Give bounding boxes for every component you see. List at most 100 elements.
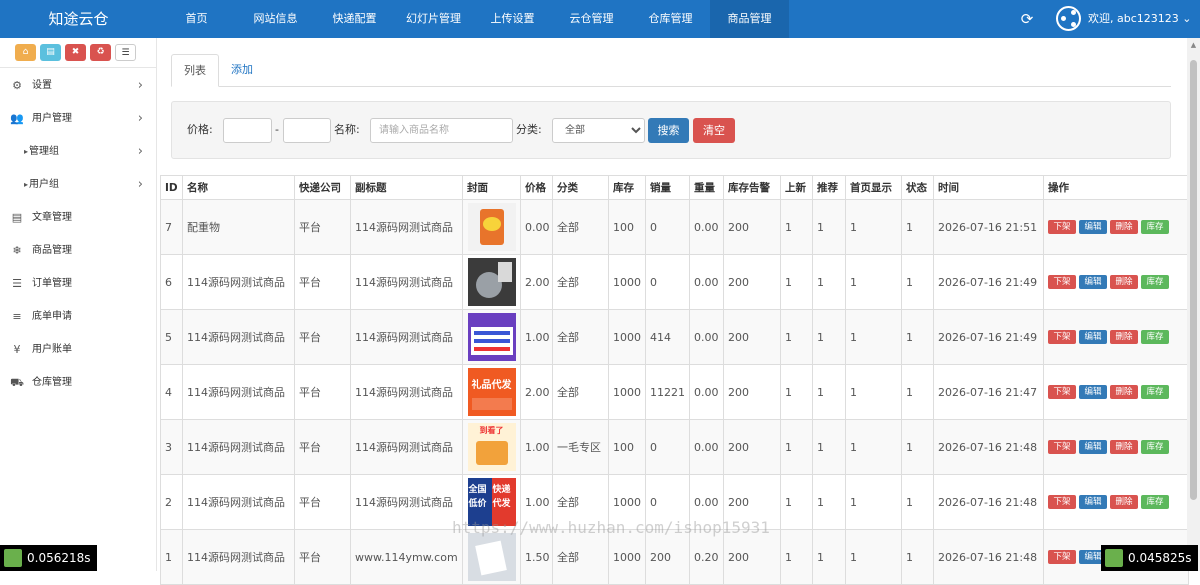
unlist-button[interactable]: 下架 [1048,275,1076,289]
trash-icon[interactable]: ✖ [65,44,86,61]
nav-slides[interactable]: 幻灯片管理 [394,0,473,38]
nav-express-config[interactable]: 快递配置 [315,0,394,38]
price-max-input[interactable] [283,118,331,143]
column-header: 首页显示 [845,175,902,200]
cell-name: 114源码网测试商品 [182,474,295,530]
timer-value: 0.045825s [1128,551,1192,565]
delete-button[interactable]: 删除 [1110,220,1138,234]
cell-time: 2026-07-16 21:49 [933,309,1044,365]
stock-button[interactable]: 库存 [1141,385,1169,399]
sidebar-item-user-group[interactable]: ▸ 用户组 › [0,168,156,201]
cell-id: 7 [160,199,183,255]
cover-image[interactable] [467,203,516,251]
unlist-button[interactable]: 下架 [1048,440,1076,454]
delete-button[interactable]: 删除 [1110,495,1138,509]
unlist-button[interactable]: 下架 [1048,330,1076,344]
cell-home: 1 [845,254,902,310]
price-min-input[interactable] [223,118,272,143]
unlist-button[interactable]: 下架 [1048,495,1076,509]
nav-home[interactable]: 首页 [157,0,236,38]
user-menu[interactable]: 欢迎, abc123123 ⌄ [1088,0,1191,38]
sidebar-item-products[interactable]: ❄ 商品管理 [0,234,156,267]
tab-add[interactable]: 添加 [219,54,265,87]
unlist-button[interactable]: 下架 [1048,220,1076,234]
sidebar-item-admin-group[interactable]: ▸ 管理组 › [0,135,156,168]
unlist-button[interactable]: 下架 [1048,550,1076,564]
edit-button[interactable]: 编辑 [1079,275,1107,289]
price-separator: - [275,123,279,136]
category-select[interactable]: 全部 [552,118,645,143]
search-button[interactable]: 搜索 [648,118,689,143]
cell-new: 1 [780,529,813,585]
edit-button[interactable]: 编辑 [1079,385,1107,399]
cell-alert: 200 [723,419,781,475]
sidebar-toolbar: ⌂ ▤ ✖ ♻ ☰ [0,38,157,68]
cell-stock: 1000 [608,529,646,585]
avatar[interactable] [1056,6,1081,31]
cell-stock: 1000 [608,309,646,365]
sidebar-item-settings[interactable]: ⚙ 设置 › [0,69,156,102]
nav-upload-settings[interactable]: 上传设置 [473,0,552,38]
stock-button[interactable]: 库存 [1141,220,1169,234]
nav-warehouse[interactable]: 仓库管理 [631,0,710,38]
sidebar-item-warehouse[interactable]: ⛟ 仓库管理 [0,366,156,399]
stock-button[interactable]: 库存 [1141,440,1169,454]
row-actions: 下架编辑删除库存 [1048,275,1184,289]
sidebar-item-orders[interactable]: ☰ 订单管理 [0,267,156,300]
cell-sales: 0 [645,419,690,475]
tab-list[interactable]: 列表 [171,54,219,87]
delete-button[interactable]: 删除 [1110,440,1138,454]
cover-image[interactable] [467,258,516,306]
cover-image[interactable] [467,313,516,361]
delete-button[interactable]: 删除 [1110,330,1138,344]
cell-sales: 11221 [645,364,690,420]
top-nav: 首页 网站信息 快递配置 幻灯片管理 上传设置 云仓管理 仓库管理 商品管理 [157,0,789,38]
cell-home: 1 [845,419,902,475]
cell-stock: 1000 [608,254,646,310]
column-header: 分类 [552,175,609,200]
clear-button[interactable]: 清空 [693,118,735,143]
edit-button[interactable]: 编辑 [1079,440,1107,454]
edit-button[interactable]: 编辑 [1079,330,1107,344]
edit-button[interactable]: 编辑 [1079,220,1107,234]
timer-badge-right: 0.045825s [1101,545,1198,571]
cell-stock: 1000 [608,364,646,420]
name-label: 名称: [334,123,360,136]
stock-button[interactable]: 库存 [1141,495,1169,509]
cover-image[interactable]: 到看了 [467,423,516,471]
file-icon[interactable]: ▤ [40,44,61,61]
recycle-icon[interactable]: ♻ [90,44,111,61]
cover-cell [462,309,521,365]
cover-image[interactable]: 礼品代发 [467,368,516,416]
nav-cloud-warehouse[interactable]: 云仓管理 [552,0,631,38]
refresh-icon[interactable]: ⟳ [1019,10,1035,28]
list-icon[interactable]: ☰ [115,44,136,61]
name-search-input[interactable] [370,118,513,143]
cell-new: 1 [780,474,813,530]
cell-new: 1 [780,419,813,475]
cell-stock: 100 [608,419,646,475]
vertical-scrollbar[interactable]: ▲ ▼ [1187,38,1200,571]
nav-site-info[interactable]: 网站信息 [236,0,315,38]
sidebar-item-users[interactable]: 👥 用户管理 › [0,102,156,135]
cover-image[interactable] [467,533,516,581]
stock-button[interactable]: 库存 [1141,275,1169,289]
nav-products[interactable]: 商品管理 [710,0,789,38]
unlist-button[interactable]: 下架 [1048,385,1076,399]
cell-price: 1.00 [520,419,553,475]
stock-button[interactable]: 库存 [1141,330,1169,344]
column-header: 状态 [901,175,934,200]
cell-weight: 0.20 [689,529,724,585]
scroll-up-icon[interactable]: ▲ [1187,38,1200,52]
sidebar-item-waybill-request[interactable]: ≡ 底单申请 [0,300,156,333]
app-title[interactable]: 知途云仓 [0,0,157,38]
home-icon[interactable]: ⌂ [15,44,36,61]
table-row: 7 配重物 平台 114源码网测试商品 0.00 全部 100 0 0.00 200 1 1 1 1 202… [160,199,1189,255]
edit-button[interactable]: 编辑 [1079,495,1107,509]
sidebar-item-articles[interactable]: ▤ 文章管理 [0,201,156,234]
delete-button[interactable]: 删除 [1110,385,1138,399]
scrollbar-thumb[interactable] [1190,60,1197,500]
truck-icon: ⛟ [10,376,24,389]
sidebar-item-user-bills[interactable]: ¥ 用户账单 [0,333,156,366]
delete-button[interactable]: 删除 [1110,275,1138,289]
